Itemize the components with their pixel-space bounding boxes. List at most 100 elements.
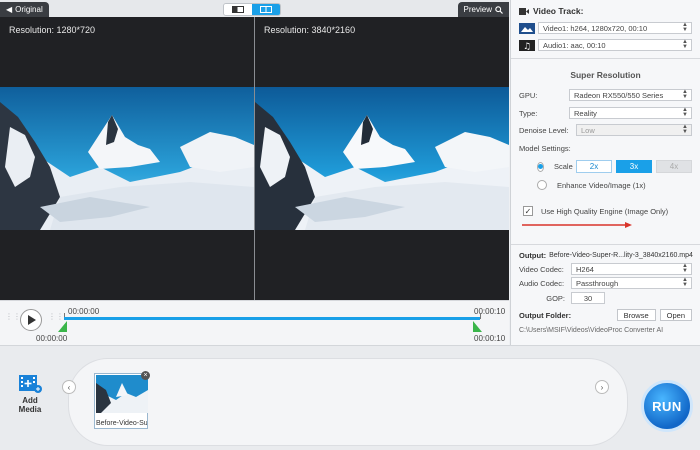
audio-stream-select[interactable]: Audio1: aac, 00:10 ▲ ▼ (538, 39, 692, 51)
video-track-icon (519, 7, 529, 15)
play-icon (27, 315, 36, 325)
chevron-updown-icon: ▲ ▼ (682, 263, 688, 274)
tab-original-label: Original (15, 5, 43, 14)
trim-end-handle[interactable] (473, 321, 482, 332)
chevron-updown-icon: ▲ ▼ (682, 107, 688, 118)
single-view-icon (232, 6, 244, 13)
run-button[interactable]: RUN (641, 380, 693, 432)
add-media-button[interactable]: Add Media (10, 372, 50, 414)
denoise-row: Denoise Level: Low ▲ ▼ (519, 124, 692, 136)
preview-area: ◀ Original Preview Resolution: 1280*720 (0, 0, 509, 300)
scale-row: Scale 2x 3x 4x (537, 160, 692, 173)
video-track-header: Video Track: (519, 6, 692, 16)
thumbnail-label: Before-Video-Sup (95, 419, 147, 428)
magnifier-icon (495, 5, 503, 14)
settings-panel: Video Track: Video1: h264, 1280x720, 00:… (510, 0, 700, 345)
media-thumbnail[interactable]: Before-Video-Sup × (94, 371, 150, 429)
divider (511, 244, 700, 245)
audio-codec-label: Audio Codec: (519, 278, 565, 288)
preview-resolution-label: Resolution: 3840*2160 (264, 25, 356, 35)
model-settings-row: Model Settings: (519, 144, 692, 153)
denoise-value: Low (581, 125, 595, 135)
folder-path-row: C:\Users\MSIF\Videos\VideoProc Converter… (519, 327, 692, 334)
play-button[interactable] (20, 309, 42, 331)
trim-start-time: 00:00:00 (36, 334, 68, 343)
gop-label: GOP: (546, 293, 565, 303)
chevron-updown-icon: ▲ ▼ (682, 89, 688, 100)
hq-engine-row: ✓ Use High Quality Engine (Image Only) (523, 206, 692, 216)
timeline-end-time: 00:00:10 (474, 307, 506, 316)
scroll-left-button[interactable]: ‹ (62, 380, 76, 394)
media-bar: Add Media ‹ › Before-Video-Sup × RUN (0, 345, 700, 450)
trim-end-time: 00:00:10 (474, 334, 506, 343)
end-tick (480, 313, 481, 319)
denoise-select[interactable]: Low ▲ ▼ (576, 124, 692, 136)
chevron-updown-icon: ▲ ▼ (682, 39, 688, 50)
gpu-value: Radeon RX550/550 Series (574, 90, 664, 100)
tab-preview-label: Preview (463, 5, 492, 14)
timeline-bar: ⋮⋮ ⋮⋮ 00:00:00 00:00:10 00:00:00 00:00:1… (0, 300, 509, 345)
denoise-label: Denoise Level: (519, 125, 569, 135)
audio-stream-row: ♫ Audio1: aac, 00:10 ▲ ▼ (519, 39, 692, 51)
preview-video-pane: Resolution: 3840*2160 (255, 17, 509, 300)
audio-stream-value: Audio1: aac, 00:10 (543, 40, 606, 50)
trim-start-handle[interactable] (58, 321, 67, 332)
audio-codec-row: Audio Codec: Passthrough ▲ ▼ (519, 277, 692, 289)
enhance-label: Enhance Video/Image (1x) (557, 180, 646, 190)
chevron-right-icon: › (600, 382, 604, 392)
gop-row: GOP: 30 (519, 292, 692, 304)
scale-option-4x[interactable]: 4x (656, 160, 692, 173)
preview-tab-bar: ◀ Original Preview (0, 0, 509, 17)
tab-preview[interactable]: Preview (457, 2, 509, 17)
timeline-start-time: 00:00:00 (68, 307, 100, 316)
add-media-label: Add Media (18, 396, 42, 414)
type-row: Type: Reality ▲ ▼ (519, 107, 692, 119)
hq-engine-checkbox[interactable]: ✓ (523, 206, 533, 216)
tab-original[interactable]: ◀ Original (0, 2, 49, 17)
video-codec-label: Video Codec: (519, 264, 564, 274)
video-codec-row: Video Codec: H264 ▲ ▼ (519, 263, 692, 275)
scale-radio[interactable] (537, 161, 544, 172)
scale-label: Scale (554, 162, 573, 171)
svg-text:♫: ♫ (523, 42, 531, 51)
gpu-row: GPU: Radeon RX550/550 Series ▲ ▼ (519, 89, 692, 101)
grip-right-icon: ⋮⋮ (48, 312, 64, 321)
original-video-pane: Resolution: 1280*720 (0, 17, 254, 300)
gpu-label: GPU: (519, 90, 538, 100)
timeline-progress-track[interactable] (64, 317, 480, 320)
single-view-button[interactable] (224, 4, 252, 15)
media-strip (68, 358, 628, 446)
video-stream-row: Video1: h264, 1280x720, 00:10 ▲ ▼ (519, 22, 692, 34)
gpu-select[interactable]: Radeon RX550/550 Series ▲ ▼ (569, 89, 692, 101)
scale-option-3x[interactable]: 3x (616, 160, 652, 173)
open-button[interactable]: Open (659, 309, 692, 321)
divider (511, 58, 700, 59)
hq-engine-label: Use High Quality Engine (Image Only) (541, 206, 669, 216)
scale-options: 2x 3x 4x (576, 160, 692, 173)
chevron-updown-icon: ▲ ▼ (682, 124, 688, 135)
original-video-frame (0, 87, 254, 230)
preview-video-frame (255, 87, 509, 230)
chevron-updown-icon: ▲ ▼ (682, 22, 688, 33)
scale-option-2x[interactable]: 2x (576, 160, 612, 173)
grip-left-icon: ⋮⋮ (5, 312, 21, 321)
back-arrow-icon: ◀ (6, 5, 13, 14)
type-select[interactable]: Reality ▲ ▼ (569, 107, 692, 119)
output-label: Output: (519, 251, 547, 260)
remove-media-icon[interactable]: × (141, 371, 150, 380)
video-codec-select[interactable]: H264 ▲ ▼ (571, 263, 692, 275)
output-filename: Before-Video-Super-R...lity-3_3840x2160.… (549, 252, 693, 259)
thumbnail-image (96, 375, 148, 413)
output-folder-row: Output Folder: Browse Open (519, 309, 692, 321)
video-stream-select[interactable]: Video1: h264, 1280x720, 00:10 ▲ ▼ (538, 22, 692, 34)
enhance-row: Enhance Video/Image (1x) (537, 180, 692, 190)
original-resolution-label: Resolution: 1280*720 (9, 25, 96, 35)
folder-path: C:\Users\MSIF\Videos\VideoProc Converter… (519, 327, 664, 334)
gop-input[interactable]: 30 (571, 292, 605, 304)
chevron-left-icon: ‹ (67, 382, 71, 392)
browse-button[interactable]: Browse (616, 309, 656, 321)
enhance-radio[interactable] (537, 180, 547, 190)
audio-codec-select[interactable]: Passthrough ▲ ▼ (571, 277, 692, 289)
scroll-right-button[interactable]: › (595, 380, 609, 394)
split-view-button[interactable] (252, 4, 280, 15)
